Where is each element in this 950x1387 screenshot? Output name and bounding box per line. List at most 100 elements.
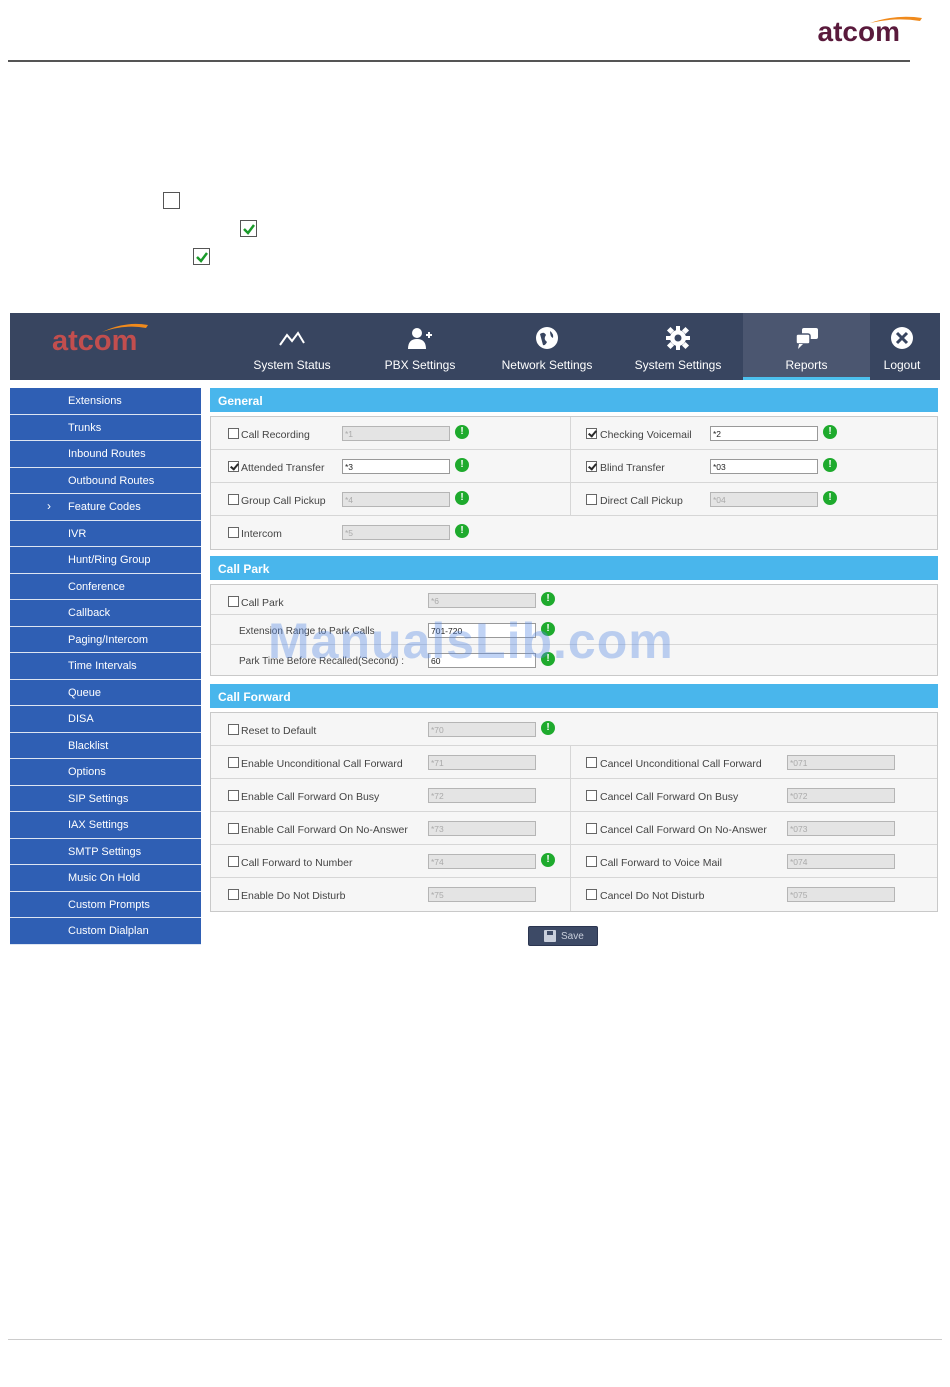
nav-label: System Settings — [634, 358, 722, 372]
sidebar-item-trunks[interactable]: Trunks — [10, 414, 201, 441]
nav-pbx-settings[interactable]: PBX Settings — [370, 313, 470, 380]
info-icon[interactable]: ! — [541, 853, 555, 867]
info-icon[interactable]: ! — [823, 458, 837, 472]
form-row: Enable Call Forward On No-Answer *73 Can… — [211, 812, 937, 845]
sidebar-item-outbound-routes[interactable]: Outbound Routes — [10, 467, 201, 494]
info-icon[interactable]: ! — [455, 458, 469, 472]
nav-label: PBX Settings — [384, 358, 456, 372]
sidebar-menu: Extensions Trunks Inbound Routes Outboun… — [10, 388, 201, 945]
nav-system-status[interactable]: System Status — [242, 313, 342, 380]
enable-busy-input[interactable]: *72 — [428, 788, 536, 803]
sidebar-item-inbound-routes[interactable]: Inbound Routes — [10, 441, 201, 468]
enable-unconditional-input[interactable]: *71 — [428, 755, 536, 770]
sidebar-item-paging-intercom[interactable]: Paging/Intercom — [10, 626, 201, 653]
sidebar-item-blacklist[interactable]: Blacklist — [10, 732, 201, 759]
cancel-busy-input[interactable]: *072 — [787, 788, 895, 803]
cancel-no-answer-checkbox[interactable] — [586, 823, 597, 834]
forward-to-number-label: Call Forward to Number — [241, 857, 353, 869]
reset-default-input[interactable]: *70 — [428, 722, 536, 737]
sidebar-item-label: Callback — [68, 607, 111, 619]
call-recording-checkbox[interactable] — [228, 428, 239, 439]
group-call-pickup-input[interactable]: *4 — [342, 492, 450, 507]
sidebar-item-custom-dialplan[interactable]: Custom Dialplan — [10, 918, 201, 945]
sidebar-item-conference[interactable]: Conference — [10, 573, 201, 600]
sidebar-item-smtp-settings[interactable]: SMTP Settings — [10, 838, 201, 865]
enable-dnd-checkbox[interactable] — [228, 889, 239, 900]
top-navigation-bar: atcom System Status PBX Settings Network… — [10, 313, 940, 380]
sidebar-item-label: SIP Settings — [68, 792, 129, 805]
info-icon[interactable]: ! — [823, 491, 837, 505]
sidebar-item-label: Feature Codes — [68, 501, 141, 513]
nav-network-settings[interactable]: Network Settings — [492, 313, 602, 380]
sidebar-item-feature-codes[interactable]: › Feature Codes — [10, 494, 201, 521]
sidebar-item-music-on-hold[interactable]: Music On Hold — [10, 865, 201, 892]
column-divider — [570, 812, 571, 844]
enable-no-answer-input[interactable]: *73 — [428, 821, 536, 836]
info-icon[interactable]: ! — [455, 524, 469, 538]
forward-to-voicemail-checkbox[interactable] — [586, 856, 597, 867]
forward-to-voicemail-input[interactable]: *074 — [787, 854, 895, 869]
enable-no-answer-label: Enable Call Forward On No-Answer — [241, 824, 408, 836]
sidebar-item-hunt-ring-group[interactable]: Hunt/Ring Group — [10, 547, 201, 574]
logo-swoosh-icon — [869, 16, 922, 23]
sidebar-item-time-intervals[interactable]: Time Intervals — [10, 653, 201, 680]
nav-system-settings[interactable]: System Settings — [623, 313, 733, 380]
reset-default-checkbox[interactable] — [228, 724, 239, 735]
enable-no-answer-checkbox[interactable] — [228, 823, 239, 834]
cancel-no-answer-input[interactable]: *073 — [787, 821, 895, 836]
sidebar-item-label: Custom Dialplan — [68, 925, 149, 937]
intercom-checkbox[interactable] — [228, 527, 239, 538]
cancel-dnd-checkbox[interactable] — [586, 889, 597, 900]
enable-busy-checkbox[interactable] — [228, 790, 239, 801]
direct-call-pickup-checkbox[interactable] — [586, 494, 597, 505]
cancel-unconditional-input[interactable]: *071 — [787, 755, 895, 770]
intercom-input[interactable]: *5 — [342, 525, 450, 540]
cancel-unconditional-checkbox[interactable] — [586, 757, 597, 768]
reset-default-label: Reset to Default — [241, 725, 317, 737]
save-button[interactable]: Save — [528, 926, 598, 946]
cancel-dnd-input[interactable]: *075 — [787, 887, 895, 902]
direct-call-pickup-label: Direct Call Pickup — [600, 495, 683, 507]
sidebar-item-extensions[interactable]: Extensions — [10, 388, 201, 415]
info-icon[interactable]: ! — [541, 721, 555, 735]
group-call-pickup-checkbox[interactable] — [228, 494, 239, 505]
forward-to-number-input[interactable]: *74 — [428, 854, 536, 869]
enable-dnd-input[interactable]: *75 — [428, 887, 536, 902]
info-icon[interactable]: ! — [455, 491, 469, 505]
general-section: Call Recording *1 ! Checking Voicemail *… — [210, 416, 938, 550]
direct-call-pickup-input[interactable]: *04 — [710, 492, 818, 507]
sidebar-item-callback[interactable]: Callback — [10, 600, 201, 627]
call-recording-input[interactable]: *1 — [342, 426, 450, 441]
info-icon[interactable]: ! — [541, 592, 555, 606]
call-forward-section: Reset to Default *70 ! Enable Unconditio… — [210, 712, 938, 912]
sidebar-item-disa[interactable]: DISA — [10, 706, 201, 733]
checking-voicemail-checkbox[interactable] — [586, 428, 597, 439]
sidebar-item-sip-settings[interactable]: SIP Settings — [10, 785, 201, 812]
intercom-label: Intercom — [241, 528, 282, 540]
attended-transfer-input[interactable]: *3 — [342, 459, 450, 474]
forward-to-number-checkbox[interactable] — [228, 856, 239, 867]
blind-transfer-checkbox[interactable] — [586, 461, 597, 472]
form-row: Attended Transfer *3 ! Blind Transfer *0… — [211, 450, 937, 483]
nav-reports[interactable]: Reports — [743, 313, 870, 380]
sidebar-item-iax-settings[interactable]: IAX Settings — [10, 812, 201, 839]
attended-transfer-checkbox[interactable] — [228, 461, 239, 472]
chevron-right-icon: › — [47, 499, 51, 513]
globe-icon — [536, 327, 558, 349]
info-icon[interactable]: ! — [823, 425, 837, 439]
sidebar-item-ivr[interactable]: IVR — [10, 520, 201, 547]
sidebar-item-queue[interactable]: Queue — [10, 679, 201, 706]
enable-unconditional-checkbox[interactable] — [228, 757, 239, 768]
cancel-busy-checkbox[interactable] — [586, 790, 597, 801]
section-header-call-park: Call Park — [210, 556, 938, 580]
sidebar-item-custom-prompts[interactable]: Custom Prompts — [10, 891, 201, 918]
nav-logout[interactable]: Logout — [872, 313, 932, 380]
sidebar-item-options[interactable]: Options — [10, 759, 201, 786]
form-row: Enable Do Not Disturb *75 Cancel Do Not … — [211, 878, 937, 911]
info-icon[interactable]: ! — [455, 425, 469, 439]
call-park-input[interactable]: *6 — [428, 593, 536, 608]
call-park-checkbox[interactable] — [228, 596, 239, 607]
blind-transfer-input[interactable]: *03 — [710, 459, 818, 474]
checking-voicemail-input[interactable]: *2 — [710, 426, 818, 441]
cancel-no-answer-label: Cancel Call Forward On No-Answer — [600, 824, 767, 836]
